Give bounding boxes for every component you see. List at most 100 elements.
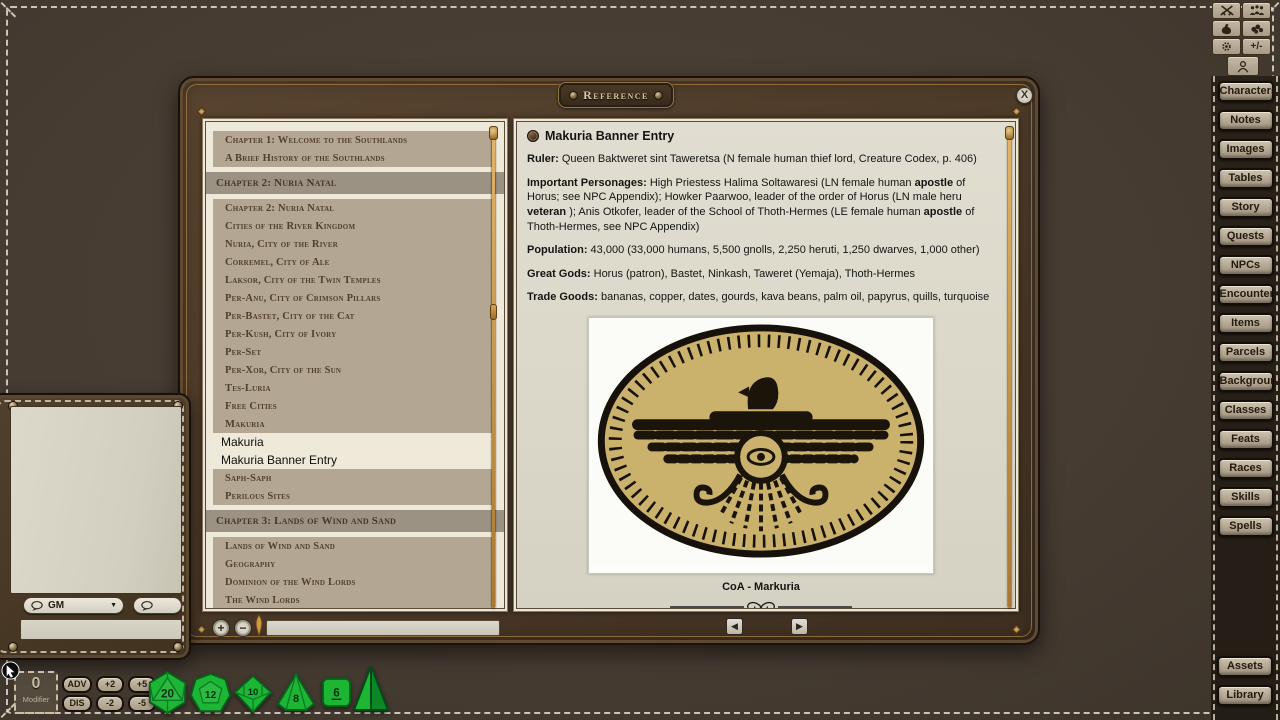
chat-input[interactable] [20,619,182,640]
sidebar-button-races[interactable]: Races [1218,458,1274,479]
chevron-down-icon: ▼ [110,602,117,609]
nav-next-button[interactable]: ▶ [791,618,808,635]
speech-bubble-icon [140,600,154,612]
corner-ornament [197,625,207,635]
modifier-box[interactable]: 0 Modifier [14,671,58,714]
sidebar-button-backgrounds[interactable]: Backgrounds [1218,371,1274,392]
toc-item[interactable]: Per-Kush, City of Ivory [213,325,494,343]
rivet-icon [654,91,663,100]
toc-item[interactable]: Free Cities [213,397,494,415]
toc-item[interactable]: Saph-Saph [213,469,494,487]
toc-item[interactable]: Cities of the River Kingdom [213,217,494,235]
toc-item[interactable]: Chapter 1: Welcome to the Southlands [213,131,494,149]
sidebar-button-classes[interactable]: Classes [1218,400,1274,421]
tokens-icon[interactable] [1242,20,1271,37]
chat-log[interactable] [10,406,182,594]
sidebar-button-parcels[interactable]: Parcels [1218,342,1274,363]
article: Makuria Banner Entry Ruler: Queen Baktwe… [516,121,1016,609]
toc-item[interactable]: Per-Anu, City of Crimson Pillars [213,289,494,307]
sidebar-button-spells[interactable]: Spells [1218,516,1274,537]
toc-search-input[interactable] [266,620,500,636]
dice-bag-icon[interactable] [1212,20,1241,37]
d8-die[interactable]: 8 [276,672,316,712]
toc-item[interactable]: Makuria [213,415,494,433]
toc-item[interactable]: Chapter 2: Nuria Natal [213,199,494,217]
chat-speaker-dropdown[interactable]: GM ▼ [23,597,124,614]
d20-die[interactable]: 20 [146,671,189,714]
toc-list: Chapter 1: Welcome to the SouthlandsA Br… [205,121,505,609]
d4-die[interactable] [352,664,390,714]
minus-2-button[interactable]: -2 [96,695,124,712]
article-scrollbar[interactable] [1008,130,1011,608]
coa-image[interactable] [588,317,934,574]
sidebar-button-feats[interactable]: Feats [1218,429,1274,450]
sidebar-button-assets[interactable]: Assets [1217,656,1273,677]
toc-item[interactable]: Corremel, City of Ale [213,253,494,271]
corner-ornament [1012,625,1022,635]
toc-item[interactable]: Makuria [206,433,504,451]
article-paragraph: Ruler: Queen Baktweret sint Taweretsa (N… [527,152,995,167]
window-title: Reference [583,88,649,103]
toc-scrollbar-thumb[interactable] [490,304,497,320]
chat-mode-button[interactable] [133,597,182,614]
modifiers-icon[interactable]: +/- [1242,38,1271,55]
sidebar-button-images[interactable]: Images [1218,139,1274,160]
coa-emblem [592,321,930,565]
speech-bubble-icon [30,600,44,612]
toc-item[interactable]: Tes-Luria [213,379,494,397]
d10-die[interactable]: 10 [233,675,273,713]
chat-speaker-value: GM [48,600,64,611]
sidebar-button-skills[interactable]: Skills [1218,487,1274,508]
article-scrollbar-handle[interactable] [1005,126,1014,140]
toc-item[interactable]: Perilous Sites [213,487,494,505]
article-paragraph: Trade Goods: bananas, copper, dates, gou… [527,290,995,305]
quill-icon[interactable] [254,614,264,638]
toc-item[interactable]: Per-Set [213,343,494,361]
advantage-button[interactable]: ADV [62,676,92,693]
article-paragraph: Great Gods: Horus (patron), Bastet, Nink… [527,267,995,282]
disadvantage-button[interactable]: DIS [62,695,92,712]
plus-2-button[interactable]: +2 [96,676,124,693]
d6-die[interactable]: 6 [321,677,352,708]
combat-tracker-icon[interactable] [1212,2,1241,19]
toc-item[interactable]: Nuria, City of the River [213,235,494,253]
sidebar-button-quests[interactable]: Quests [1218,226,1274,247]
toc-item[interactable]: Laksor, City of the Twin Temples [213,271,494,289]
article-panel: Makuria Banner Entry Ruler: Queen Baktwe… [513,118,1019,612]
nav-prev-button[interactable]: ◀ [726,618,743,635]
toc-item[interactable]: Chapter 3: Lands of Wind and Sand [206,510,504,532]
party-sheet-icon[interactable] [1242,2,1271,19]
character-select-icon[interactable] [1227,56,1259,76]
sidebar-button-items[interactable]: Items [1218,313,1274,334]
toc-item[interactable]: Chapter 2: Nuria Natal [206,172,504,194]
toc-item[interactable]: The Wind Lords [213,591,494,609]
toc-scrollbar-handle[interactable] [489,126,498,140]
sidebar-button-npcs[interactable]: NPCs [1218,255,1274,276]
toc-item[interactable]: Per-Bastet, City of the Cat [213,307,494,325]
sidebar-button-encounters[interactable]: Encounters [1218,284,1274,305]
options-gear-icon[interactable] [1212,38,1241,55]
sidebar-button-tables[interactable]: Tables [1218,168,1274,189]
sidebar-button-characters[interactable]: Characters [1218,81,1274,102]
d12-die[interactable]: 12 [190,673,231,714]
rivet-icon [173,642,183,652]
corner-ornament [197,107,207,117]
zoom-in-button[interactable]: + [212,619,230,637]
sidebar-button-story[interactable]: Story [1218,197,1274,218]
toc-scrollbar[interactable] [492,130,495,608]
sidebar-button-notes[interactable]: Notes [1218,110,1274,131]
image-caption: CoA - Markuria [527,581,995,593]
toc-item[interactable]: Geography [213,555,494,573]
toc-item[interactable]: Dominion of the Wind Lords [213,573,494,591]
toc-item[interactable]: Per-Xor, City of the Sun [213,361,494,379]
chat-window: GM ▼ [0,393,191,660]
window-title-plate[interactable]: Reference [558,82,674,108]
rivet-icon [569,91,578,100]
sidebar-button-library[interactable]: Library [1217,685,1273,706]
toc-item[interactable]: A Brief History of the Southlands [213,149,494,167]
toc-item[interactable]: Makuria Banner Entry [206,451,504,469]
close-icon[interactable]: X [1016,87,1033,104]
zoom-out-button[interactable]: − [234,619,252,637]
toc-item[interactable]: Lands of Wind and Sand [213,537,494,555]
article-paragraph: Important Personages: High Priestess Hal… [527,176,995,235]
